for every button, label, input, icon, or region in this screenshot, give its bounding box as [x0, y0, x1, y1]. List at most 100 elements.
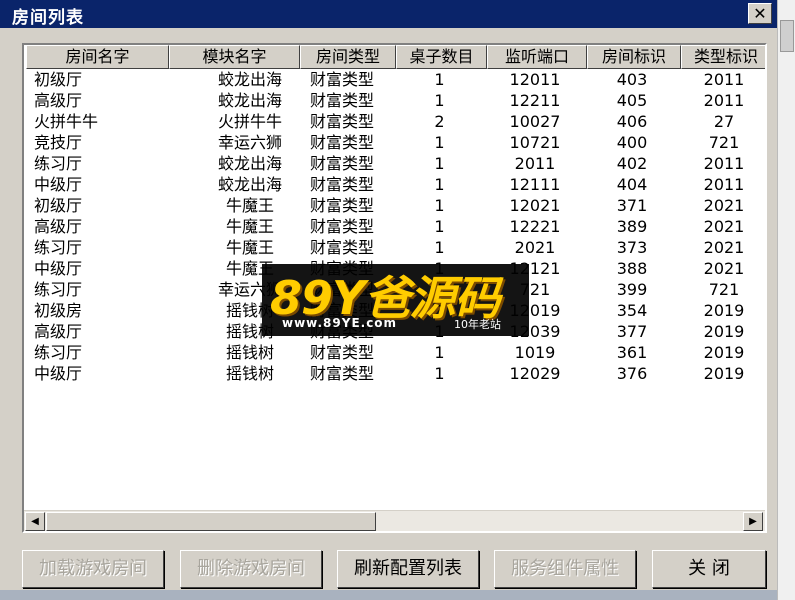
table-cell: 1 — [434, 70, 445, 89]
table-cell: 财富类型 — [310, 217, 375, 236]
table-cell: 2019 — [703, 343, 745, 362]
list-rows: 初级厅 蛟龙出海 财富类型 1 12011 403 2011 高级厅 蛟龙出海 财富类型 1 1221… — [24, 70, 765, 385]
table-cell: 1 — [434, 343, 445, 362]
column-header-module-name[interactable]: 模块名字 — [169, 45, 300, 69]
scroll-left-icon[interactable]: ◀ — [25, 512, 45, 531]
table-cell: 2011 — [703, 91, 745, 110]
table-cell: 1 — [434, 217, 445, 236]
table-cell: 1019 — [514, 343, 556, 362]
table-cell: 721 — [708, 133, 740, 152]
table-cell: 1 — [434, 364, 445, 383]
table-cell: 财富类型 — [310, 91, 375, 110]
table-row[interactable]: 竞技厅 幸运六狮 财富类型 1 10721 400 721 — [24, 133, 765, 154]
table-cell: 12221 — [509, 217, 561, 236]
table-cell: 12011 — [509, 70, 561, 89]
table-cell: 1 — [434, 175, 445, 194]
load-room-button[interactable]: 加载游戏房间 — [22, 550, 164, 588]
scroll-thumb[interactable] — [46, 512, 376, 531]
table-row[interactable]: 练习厅 摇钱树 财富类型 1 1019 361 2019 — [24, 343, 765, 364]
table-cell: 404 — [616, 175, 648, 194]
close-button[interactable]: ✕ — [748, 3, 772, 24]
table-cell: 摇钱树 — [225, 343, 274, 362]
window-scroll-thumb[interactable] — [780, 20, 794, 52]
table-row[interactable]: 火拼牛牛 火拼牛牛 财富类型 2 10027 406 27 — [24, 112, 765, 133]
table-cell: 399 — [616, 280, 648, 299]
table-row[interactable]: 中级厅 摇钱树 财富类型 1 12029 376 2019 — [24, 364, 765, 385]
table-cell: 10027 — [509, 112, 561, 131]
table-row[interactable]: 练习厅 牛魔王 财富类型 1 2021 373 2021 — [24, 238, 765, 259]
close-dialog-button[interactable]: 关 闭 — [652, 550, 766, 588]
table-cell: 财富类型 — [310, 175, 375, 194]
table-row[interactable]: 高级厅 蛟龙出海 财富类型 1 12211 405 2011 — [24, 91, 765, 112]
table-cell: 377 — [616, 322, 648, 341]
table-cell: 721 — [708, 280, 740, 299]
horizontal-scrollbar[interactable]: ◀ ▶ — [24, 510, 765, 531]
table-cell: 中级厅 — [34, 259, 83, 278]
taskbar-edge — [0, 590, 777, 600]
watermark-logo: 89Y爸源码 www.89YE.com 10年老站 — [262, 264, 529, 336]
scroll-right-icon[interactable]: ▶ — [743, 512, 763, 531]
table-cell: 2019 — [703, 364, 745, 383]
table-cell: 蛟龙出海 — [217, 70, 282, 89]
list-header: 房间名字 模块名字 房间类型 桌子数目 监听端口 房间标识 类型标识 — [26, 45, 765, 69]
window-vertical-scrollbar[interactable] — [777, 0, 795, 600]
table-row[interactable]: 高级厅 牛魔王 财富类型 1 12221 389 2021 — [24, 217, 765, 238]
table-cell: 1 — [434, 91, 445, 110]
table-cell: 练习厅 — [34, 343, 83, 362]
table-cell: 12029 — [509, 364, 561, 383]
watermark-url: www.89YE.com — [282, 316, 398, 330]
table-cell: 371 — [616, 196, 648, 215]
table-cell: 财富类型 — [310, 238, 375, 257]
table-row[interactable]: 练习厅 蛟龙出海 财富类型 1 2011 402 2011 — [24, 154, 765, 175]
table-cell: 财富类型 — [310, 343, 375, 362]
table-cell: 389 — [616, 217, 648, 236]
table-cell: 2011 — [703, 175, 745, 194]
table-cell: 2 — [434, 112, 445, 131]
table-cell: 361 — [616, 343, 648, 362]
table-cell: 405 — [616, 91, 648, 110]
table-cell: 高级厅 — [34, 217, 83, 236]
title-bar: 房间列表 ✕ — [0, 0, 777, 28]
column-header-listen-port[interactable]: 监听端口 — [487, 45, 587, 69]
column-header-room-type[interactable]: 房间类型 — [300, 45, 396, 69]
table-cell: 初级房 — [34, 301, 83, 320]
table-cell: 初级厅 — [34, 196, 83, 215]
table-cell: 27 — [713, 112, 735, 131]
service-properties-button[interactable]: 服务组件属性 — [494, 550, 636, 588]
table-cell: 牛魔王 — [225, 217, 274, 236]
delete-room-button[interactable]: 删除游戏房间 — [180, 550, 322, 588]
table-cell: 12111 — [509, 175, 561, 194]
table-row[interactable]: 初级厅 蛟龙出海 财富类型 1 12011 403 2011 — [24, 70, 765, 91]
table-cell: 2021 — [703, 238, 745, 257]
table-cell: 竞技厅 — [34, 133, 83, 152]
table-row[interactable]: 初级厅 牛魔王 财富类型 1 12021 371 2021 — [24, 196, 765, 217]
table-cell: 10721 — [509, 133, 561, 152]
table-cell: 牛魔王 — [225, 196, 274, 215]
table-row[interactable]: 中级厅 蛟龙出海 财富类型 1 12111 404 2011 — [24, 175, 765, 196]
table-cell: 354 — [616, 301, 648, 320]
table-cell: 财富类型 — [310, 70, 375, 89]
table-cell: 高级厅 — [34, 322, 83, 341]
table-cell: 蛟龙出海 — [217, 154, 282, 173]
table-cell: 练习厅 — [34, 280, 83, 299]
column-header-table-count[interactable]: 桌子数目 — [396, 45, 487, 69]
table-cell: 12211 — [509, 91, 561, 110]
table-cell: 1 — [434, 238, 445, 257]
table-cell: 2021 — [703, 196, 745, 215]
table-cell: 1 — [434, 196, 445, 215]
table-cell: 练习厅 — [34, 238, 83, 257]
table-cell: 火拼牛牛 — [217, 112, 282, 131]
column-header-room-id[interactable]: 房间标识 — [587, 45, 681, 69]
table-cell: 牛魔王 — [225, 238, 274, 257]
table-cell: 400 — [616, 133, 648, 152]
refresh-config-button[interactable]: 刷新配置列表 — [337, 550, 479, 588]
table-cell: 蛟龙出海 — [217, 175, 282, 194]
table-cell: 2019 — [703, 322, 745, 341]
table-cell: 2021 — [703, 217, 745, 236]
table-cell: 财富类型 — [310, 133, 375, 152]
table-cell: 中级厅 — [34, 175, 83, 194]
table-cell: 2021 — [514, 238, 556, 257]
column-header-type-id[interactable]: 类型标识 — [681, 45, 765, 69]
table-cell: 12021 — [509, 196, 561, 215]
column-header-room-name[interactable]: 房间名字 — [26, 45, 169, 69]
